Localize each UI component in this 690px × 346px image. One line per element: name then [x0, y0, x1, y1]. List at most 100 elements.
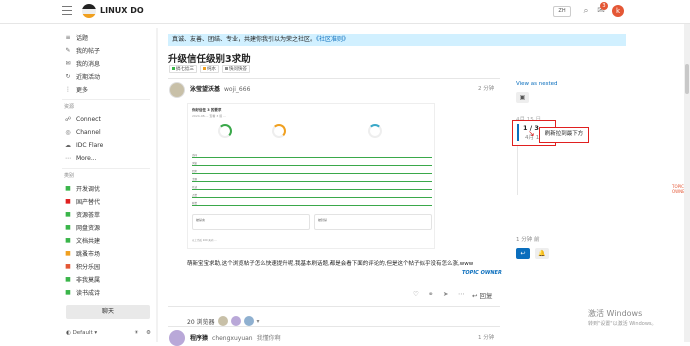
- post-time[interactable]: 2 分钟: [478, 84, 494, 92]
- tag-category[interactable]: 搞七捻三: [169, 65, 197, 73]
- participant-avatar[interactable]: [230, 316, 241, 326]
- sidebar-item-messages[interactable]: ✉ 我的消息: [64, 58, 100, 69]
- tag-water[interactable]: 纯水: [200, 65, 219, 73]
- reply-button[interactable]: ↩ 回复: [472, 290, 493, 300]
- sidebar-category-item[interactable]: ■ 网盘资源: [64, 222, 100, 233]
- page-scrollbar[interactable]: [684, 24, 690, 342]
- sidebar-category-item[interactable]: ■ 开发调优: [64, 183, 100, 194]
- search-icon[interactable]: ⌕: [580, 5, 592, 17]
- chat-button[interactable]: 聊天: [66, 305, 150, 319]
- scrollbar-thumb[interactable]: [685, 64, 689, 94]
- participant-avatar[interactable]: [217, 316, 228, 326]
- category-color-icon: ■: [65, 198, 71, 205]
- sidebar-category-item[interactable]: ■ 资源荟萃: [64, 209, 100, 220]
- post-screenshot-image[interactable]: 你好信任 3 的要求 2024-08-... 查看 3 级 ... 访问 浏览 回复…: [187, 103, 435, 249]
- category-color-icon: ■: [65, 289, 71, 296]
- theme-selector[interactable]: ◐ Default ▾: [66, 330, 97, 336]
- topic-tags: 搞七捻三 纯水 快问快答: [169, 65, 250, 73]
- timeline-handle[interactable]: [517, 124, 519, 141]
- sidebar-link-channel[interactable]: ◎ Channel: [64, 127, 100, 138]
- notification-badge: 3: [600, 2, 608, 10]
- reply-author-avatar[interactable]: [169, 330, 185, 346]
- like-icon[interactable]: ♡: [413, 290, 419, 298]
- language-button[interactable]: ZH: [553, 6, 571, 17]
- post-divider: [168, 306, 500, 307]
- site-logo[interactable]: [82, 4, 96, 18]
- post-author-avatar[interactable]: [169, 82, 185, 98]
- screenshot-requirement-row: 主题: [192, 178, 432, 182]
- share-icon[interactable]: ➤: [443, 290, 448, 298]
- sidebar: ≡ 话题 ✎ 我的帖子 ✉ 我的消息 ↻ 近期活动 ⋮ 更多 资源 ☍ Connect ◎ C…: [62, 28, 154, 342]
- screenshot-requirement-row: 已读: [192, 186, 432, 190]
- sidebar-section-categories[interactable]: 类别: [64, 172, 74, 179]
- screenshot-requirement-row: 点赞: [192, 194, 432, 198]
- post-map[interactable]: 20 浏览器 ▾: [187, 316, 260, 326]
- sidebar-scrollbar[interactable]: [156, 28, 158, 342]
- rules-link[interactable]: 《社区准则》: [316, 36, 349, 43]
- progress-ring: [218, 124, 232, 138]
- sidebar-category-item[interactable]: ■ 读书成诗: [64, 287, 100, 298]
- sidebar-link-idc-flare[interactable]: ☁ IDC Flare: [64, 140, 103, 151]
- bell-icon[interactable]: 🔔: [535, 248, 549, 259]
- sidebar-item-more[interactable]: ⋮ 更多: [64, 84, 88, 95]
- sun-icon[interactable]: ☀: [134, 330, 139, 336]
- category-color-icon: ■: [65, 276, 71, 283]
- sidebar-link-more[interactable]: ⋯ More...: [64, 153, 97, 164]
- sidebar-item-topics[interactable]: ≡ 话题: [64, 32, 88, 43]
- sidebar-category-item[interactable]: ■ 非我莫属: [64, 274, 100, 285]
- category-color-icon: ■: [65, 185, 71, 192]
- hamburger-menu-icon[interactable]: [62, 6, 72, 16]
- sidebar-link-connect[interactable]: ☍ Connect: [64, 114, 101, 125]
- screenshot-box: 被封禁: [314, 214, 432, 230]
- topic-title[interactable]: 升级信任级别3求助: [168, 51, 251, 65]
- sidebar-category-item[interactable]: ■ 文档共建: [64, 235, 100, 246]
- category-color-icon: ■: [65, 263, 71, 270]
- annotation-callout: 刷新拉到最下方: [539, 127, 589, 143]
- view-as-nested-link[interactable]: View as nested: [516, 81, 558, 87]
- post-divider: [168, 78, 500, 79]
- expand-chevron-icon[interactable]: ▾: [257, 318, 260, 325]
- topic-owner-label: TOPIC OWNER: [462, 270, 502, 276]
- top-header: LINUX DO ZH ⌕ ✉ 3 k: [0, 0, 690, 24]
- reply-topic-icon[interactable]: ↩: [516, 248, 530, 259]
- sidebar-category-item[interactable]: ■ 积分乐园: [64, 261, 100, 272]
- reply-time[interactable]: 1 分钟: [478, 333, 494, 341]
- link-icon[interactable]: ⚭: [428, 290, 433, 298]
- timeline-end-label[interactable]: 1 分钟 前: [516, 235, 540, 243]
- reply-author: 程序猿 chengxuyuan 我懂你啊: [190, 335, 281, 342]
- post-divider: [168, 326, 500, 327]
- connect-icon: ☍: [64, 116, 72, 123]
- sidebar-section-links[interactable]: 资源: [64, 103, 74, 110]
- cloudflare-icon: ☁: [65, 142, 71, 149]
- more-icon: ⋮: [65, 86, 71, 93]
- more-icon: ⋯: [65, 155, 71, 162]
- progress-ring: [272, 124, 286, 138]
- post-body: 萌新宝宝求助,这个浏览帖子怎么快速提升呢,我基本刷话题,都是会看下面的评论的,但…: [187, 261, 474, 267]
- topics-icon: ≡: [65, 34, 71, 41]
- category-color-icon: ■: [65, 250, 71, 257]
- messages-icon: ✉: [65, 60, 71, 67]
- author-name[interactable]: 泳莹望沃基: [190, 86, 220, 93]
- sidebar-item-activity[interactable]: ↻ 近期活动: [64, 71, 100, 82]
- author-username[interactable]: woji_666: [224, 86, 250, 93]
- screenshot-requirement-row: 浏览: [192, 162, 432, 166]
- progress-ring: [368, 124, 382, 138]
- my-posts-icon: ✎: [65, 47, 71, 54]
- sidebar-divider: [62, 99, 150, 100]
- more-actions-icon[interactable]: ⋯: [458, 290, 465, 298]
- post-author: 泳莹望沃基 woji_666: [190, 84, 250, 93]
- nested-view-icon[interactable]: ▣: [516, 92, 529, 103]
- site-name[interactable]: LINUX DO: [100, 6, 144, 15]
- settings-icon[interactable]: ⚙: [146, 330, 151, 336]
- sidebar-category-item[interactable]: ■ 国产替代: [64, 196, 100, 207]
- user-avatar[interactable]: k: [612, 5, 624, 17]
- screenshot-box: 被禁言: [192, 214, 310, 230]
- windows-activation-watermark: 激活 Windows: [588, 309, 643, 318]
- sidebar-category-item[interactable]: ■ 跳蚤市场: [64, 248, 100, 259]
- sidebar-item-my-posts[interactable]: ✎ 我的帖子: [64, 45, 100, 56]
- participant-avatar[interactable]: [243, 316, 254, 326]
- annotation-arrow-icon: ↘: [528, 129, 535, 138]
- category-color-icon: ■: [65, 211, 71, 218]
- announcement-banner: 真诚、友善、团结、专业，共建你我引以为荣之社区。《社区准则》: [168, 34, 626, 46]
- tag-quick-qa[interactable]: 快问快答: [222, 65, 250, 73]
